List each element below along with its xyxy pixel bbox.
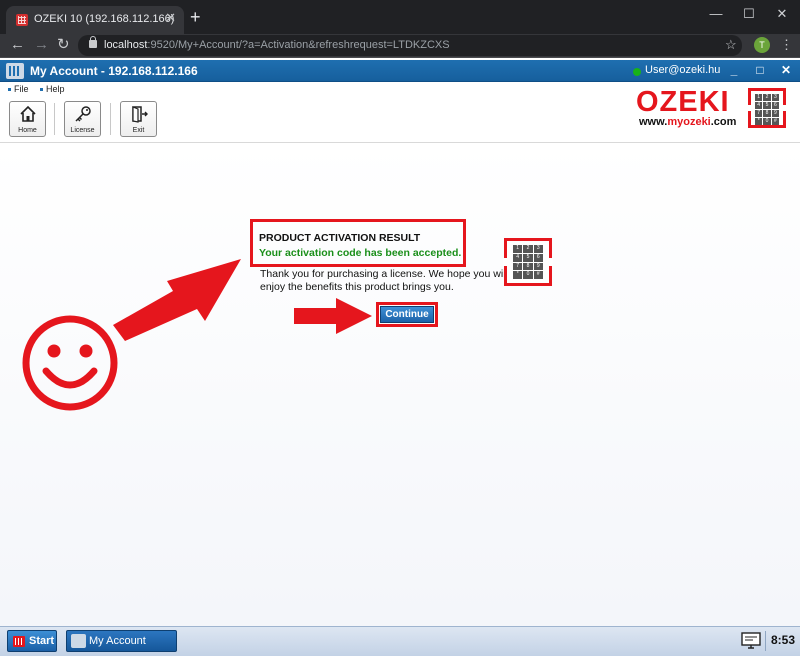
keypad-key: 5 xyxy=(763,102,771,109)
home-button[interactable]: Home xyxy=(9,101,46,137)
reload-icon[interactable]: ↻ xyxy=(57,36,70,54)
taskbar-item-my-account[interactable]: My Account xyxy=(66,630,177,652)
keypad-key: 6 xyxy=(533,253,543,262)
keypad-key: 1 xyxy=(513,245,523,253)
keypad-frame-gap xyxy=(782,105,787,111)
back-icon[interactable]: ← xyxy=(10,36,25,54)
home-label: Home xyxy=(18,127,37,134)
logo-url-prefix: www. xyxy=(639,116,668,128)
license-label: License xyxy=(70,127,95,134)
ozeki-favicon-icon xyxy=(16,14,28,26)
keypad-key: 3 xyxy=(533,245,543,253)
browser-close-button[interactable]: ✕ xyxy=(770,4,794,24)
myozeki-link[interactable]: www.myozeki.com xyxy=(639,116,736,128)
start-button[interactable]: Start xyxy=(7,630,57,652)
url-text: localhost:9520/My+Account/?a=Activation&… xyxy=(104,39,450,51)
activation-status: Your activation code has been accepted. xyxy=(259,247,462,259)
logo-url-suffix: .com xyxy=(710,116,737,128)
browser-tab[interactable]: OZEKI 10 (192.168.112.166) ✕ xyxy=(6,6,184,34)
keypad-key: 8 xyxy=(763,110,771,117)
keypad-key: 2 xyxy=(763,94,771,101)
taskbar: Start My Account 8:53 xyxy=(0,626,800,656)
exit-door-icon xyxy=(132,106,148,123)
red-arrow-icon xyxy=(113,259,241,341)
taskbar-item-label: My Account xyxy=(89,635,146,647)
home-icon xyxy=(20,105,36,122)
keypad-key: 8 xyxy=(523,262,533,271)
exit-label: Exit xyxy=(132,127,145,134)
monitor-icon[interactable] xyxy=(741,632,761,650)
main-content xyxy=(0,144,800,626)
url-host: localhost xyxy=(104,39,148,51)
browser-tab-bar: OZEKI 10 (192.168.112.166) ✕ + — ☐ ✕ xyxy=(0,0,800,34)
keypad-grid: 1 2 3 4 5 6 7 8 9 * 0 # xyxy=(755,94,779,125)
keypad-key: 5 xyxy=(523,253,533,262)
lock-icon xyxy=(89,36,97,48)
url-input[interactable]: localhost:9520/My+Account/?a=Activation&… xyxy=(78,35,742,56)
start-icon xyxy=(13,636,25,647)
browser-address-bar: ← → ↻ localhost:9520/My+Account/?a=Activ… xyxy=(0,34,800,58)
app-maximize-button[interactable]: □ xyxy=(752,63,768,77)
activation-title: PRODUCT ACTIVATION RESULT xyxy=(259,232,421,244)
menu-item-help[interactable]: Help xyxy=(40,84,65,94)
exit-button[interactable]: Exit xyxy=(120,101,157,137)
app-close-button[interactable]: ✕ xyxy=(778,63,794,77)
keypad-key: * xyxy=(755,118,763,125)
user-name[interactable]: User@ozeki.hu xyxy=(645,64,720,76)
browser-menu-icon[interactable]: ⋮ xyxy=(780,37,793,53)
license-button[interactable]: License xyxy=(64,101,101,137)
keypad-key: 0 xyxy=(763,118,771,125)
start-label: Start xyxy=(29,635,55,647)
app-building-icon xyxy=(6,63,24,79)
keypad-key: 4 xyxy=(513,253,523,262)
ozeki-keypad-logo-icon: 1 2 3 4 5 6 7 8 9 * 0 # xyxy=(747,88,787,128)
keypad-grid: 1 2 3 4 5 6 7 8 9 * 0 # xyxy=(513,245,543,279)
bookmark-star-icon[interactable]: ☆ xyxy=(725,37,737,53)
keypad-key: 6 xyxy=(771,102,779,109)
logo-url-accent: myozeki xyxy=(667,116,711,128)
keypad-key: 3 xyxy=(771,94,779,101)
key-icon xyxy=(75,106,91,122)
keypad-key: 2 xyxy=(523,245,533,253)
toolbar-divider xyxy=(54,103,55,135)
keypad-key: 7 xyxy=(755,110,763,117)
keypad-key: # xyxy=(771,118,779,125)
keypad-frame-gap xyxy=(503,258,508,266)
user-status-icon xyxy=(633,68,641,76)
app-minimize-button[interactable]: _ xyxy=(726,63,742,77)
profile-avatar[interactable]: T xyxy=(754,37,770,53)
keypad-key: 9 xyxy=(533,262,543,271)
menu-item-file[interactable]: File xyxy=(8,84,29,94)
new-tab-button[interactable]: + xyxy=(190,8,201,26)
app-building-icon xyxy=(71,634,86,648)
keypad-frame-gap xyxy=(747,105,752,111)
tray-divider xyxy=(765,631,766,651)
keypad-frame-gap xyxy=(548,258,553,266)
forward-icon[interactable]: → xyxy=(34,36,49,54)
activation-description: Thank you for purchasing a license. We h… xyxy=(260,268,508,293)
keypad-key: 7 xyxy=(513,262,523,271)
clock: 8:53 xyxy=(771,633,796,647)
browser-minimize-button[interactable]: — xyxy=(704,4,728,24)
keypad-key: 1 xyxy=(755,94,763,101)
activation-keypad-icon: 1 2 3 4 5 6 7 8 9 * 0 # xyxy=(503,238,553,286)
continue-button[interactable]: Continue xyxy=(380,306,434,323)
browser-maximize-button[interactable]: ☐ xyxy=(737,4,761,24)
tab-title: OZEKI 10 (192.168.112.166) xyxy=(34,13,175,25)
ozeki-logo-text: OZEKI xyxy=(636,86,730,118)
keypad-key: 4 xyxy=(755,102,763,109)
keypad-key: * xyxy=(513,271,523,279)
keypad-key: 9 xyxy=(771,110,779,117)
keypad-key: # xyxy=(533,271,543,279)
tab-close-icon[interactable]: ✕ xyxy=(165,11,176,25)
keypad-key: 0 xyxy=(523,271,533,279)
app-title-bar: My Account - 192.168.112.166 User@ozeki.… xyxy=(0,60,800,82)
app-title: My Account - 192.168.112.166 xyxy=(30,64,198,78)
red-arrow-right-icon xyxy=(294,298,372,334)
url-path: :9520/My+Account/?a=Activation&refreshre… xyxy=(147,39,450,51)
toolbar-divider xyxy=(110,103,111,135)
